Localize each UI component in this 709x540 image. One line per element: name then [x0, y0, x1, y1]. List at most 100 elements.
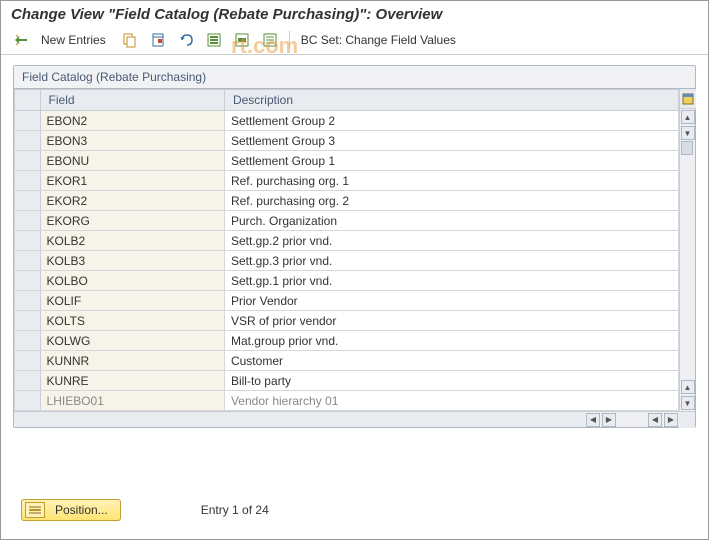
row-selector[interactable] — [15, 211, 41, 231]
cell-field[interactable]: KOLB2 — [40, 231, 224, 251]
toggle-button[interactable] — [9, 29, 33, 51]
cell-field[interactable]: KOLTS — [40, 311, 224, 331]
new-entries-button[interactable]: New Entries — [37, 33, 114, 47]
cell-description[interactable]: Settlement Group 1 — [224, 151, 678, 171]
row-selector[interactable] — [15, 331, 41, 351]
cell-description[interactable]: VSR of prior vendor — [224, 311, 678, 331]
cell-field[interactable]: KOLWG — [40, 331, 224, 351]
table-row[interactable]: KOLB3Sett.gp.3 prior vnd. — [15, 251, 679, 271]
cell-description[interactable]: Sett.gp.2 prior vnd. — [224, 231, 678, 251]
delete-icon[interactable] — [146, 29, 170, 51]
row-selector[interactable] — [15, 271, 41, 291]
position-icon — [25, 502, 45, 518]
cell-description[interactable]: Sett.gp.1 prior vnd. — [224, 271, 678, 291]
row-selector[interactable] — [15, 351, 41, 371]
undo-icon[interactable] — [174, 29, 198, 51]
row-selector[interactable] — [15, 191, 41, 211]
cell-field[interactable]: KUNRE — [40, 371, 224, 391]
scroll-thumb[interactable] — [681, 141, 693, 155]
cell-field[interactable]: EKOR1 — [40, 171, 224, 191]
cell-field[interactable]: EBON2 — [40, 111, 224, 131]
toolbar: New Entries BC Set: Change Field Values — [1, 26, 708, 55]
scroll-track[interactable] — [681, 141, 695, 379]
table-header-row: Field Description — [15, 90, 679, 111]
cell-description[interactable]: Bill-to party — [224, 371, 678, 391]
cell-description[interactable]: Prior Vendor — [224, 291, 678, 311]
table-row[interactable]: EBON2Settlement Group 2 — [15, 111, 679, 131]
scroll-corner — [679, 412, 695, 428]
table-settings-icon[interactable] — [680, 89, 696, 109]
position-label: Position... — [55, 503, 108, 517]
cell-field[interactable]: KOLBO — [40, 271, 224, 291]
table-row[interactable]: KOLWGMat.group prior vnd. — [15, 331, 679, 351]
table-row[interactable]: KOLTSVSR of prior vendor — [15, 311, 679, 331]
cell-field[interactable]: EBON3 — [40, 131, 224, 151]
row-selector[interactable] — [15, 231, 41, 251]
scroll-left-button-2[interactable]: ◀ — [648, 413, 662, 427]
field-table: Field Description EBON2Settlement Group … — [14, 89, 679, 411]
cell-field[interactable]: KOLB3 — [40, 251, 224, 271]
table-row[interactable]: EKOR2Ref. purchasing org. 2 — [15, 191, 679, 211]
cell-field[interactable]: EKORG — [40, 211, 224, 231]
cell-description[interactable]: Ref. purchasing org. 1 — [224, 171, 678, 191]
table-row[interactable]: KUNNRCustomer — [15, 351, 679, 371]
copy-icon[interactable] — [118, 29, 142, 51]
content-area: Field Catalog (Rebate Purchasing) Field … — [1, 55, 708, 428]
page-title: Change View "Field Catalog (Rebate Purch… — [1, 1, 708, 26]
table-row[interactable]: EKORGPurch. Organization — [15, 211, 679, 231]
table-row[interactable]: KOLIFPrior Vendor — [15, 291, 679, 311]
window: rt.com Change View "Field Catalog (Rebat… — [0, 0, 709, 540]
cell-field[interactable]: LHIEBO01 — [40, 391, 224, 411]
column-field[interactable]: Field — [40, 90, 224, 111]
cell-description[interactable]: Customer — [224, 351, 678, 371]
scroll-right-button[interactable]: ▶ — [602, 413, 616, 427]
separator — [289, 31, 290, 49]
scroll-right-button-2[interactable]: ▶ — [664, 413, 678, 427]
row-selector[interactable] — [15, 391, 41, 411]
deselect-all-icon[interactable] — [258, 29, 282, 51]
catalog-panel: Field Catalog (Rebate Purchasing) Field … — [13, 65, 696, 428]
scroll-left-button[interactable]: ◀ — [586, 413, 600, 427]
position-button[interactable]: Position... — [21, 499, 121, 521]
panel-header: Field Catalog (Rebate Purchasing) — [14, 66, 695, 89]
bc-set-button[interactable]: BC Set: Change Field Values — [297, 33, 464, 47]
row-selector[interactable] — [15, 171, 41, 191]
cell-field[interactable]: EKOR2 — [40, 191, 224, 211]
select-all-icon[interactable] — [202, 29, 226, 51]
table-row[interactable]: KUNREBill-to party — [15, 371, 679, 391]
hscroll-spacer — [14, 412, 585, 427]
cell-description[interactable]: Settlement Group 2 — [224, 111, 678, 131]
horizontal-scrollbar: ◀ ▶ ◀ ▶ — [14, 411, 695, 427]
entry-status: Entry 1 of 24 — [201, 503, 269, 517]
column-description[interactable]: Description — [224, 90, 678, 111]
scroll-down-button-2[interactable]: ▼ — [681, 396, 695, 410]
table-row[interactable]: KOLBOSett.gp.1 prior vnd. — [15, 271, 679, 291]
row-selector[interactable] — [15, 151, 41, 171]
table-row[interactable]: LHIEBO01Vendor hierarchy 01 — [15, 391, 679, 411]
cell-description[interactable]: Settlement Group 3 — [224, 131, 678, 151]
vertical-scrollbar: ▲ ▼ ▲ ▼ — [679, 89, 695, 411]
row-select-header[interactable] — [15, 90, 41, 111]
cell-description[interactable]: Ref. purchasing org. 2 — [224, 191, 678, 211]
cell-description[interactable]: Sett.gp.3 prior vnd. — [224, 251, 678, 271]
table-row[interactable]: EBON3Settlement Group 3 — [15, 131, 679, 151]
row-selector[interactable] — [15, 251, 41, 271]
cell-field[interactable]: KOLIF — [40, 291, 224, 311]
row-selector[interactable] — [15, 371, 41, 391]
cell-field[interactable]: EBONU — [40, 151, 224, 171]
scroll-up-button[interactable]: ▲ — [681, 110, 695, 124]
select-block-icon[interactable] — [230, 29, 254, 51]
cell-description[interactable]: Mat.group prior vnd. — [224, 331, 678, 351]
table-row[interactable]: EKOR1Ref. purchasing org. 1 — [15, 171, 679, 191]
row-selector[interactable] — [15, 311, 41, 331]
cell-description[interactable]: Vendor hierarchy 01 — [224, 391, 678, 411]
row-selector[interactable] — [15, 291, 41, 311]
scroll-up-button-2[interactable]: ▲ — [681, 380, 695, 394]
row-selector[interactable] — [15, 111, 41, 131]
cell-field[interactable]: KUNNR — [40, 351, 224, 371]
scroll-down-button[interactable]: ▼ — [681, 126, 695, 140]
row-selector[interactable] — [15, 131, 41, 151]
table-row[interactable]: EBONUSettlement Group 1 — [15, 151, 679, 171]
cell-description[interactable]: Purch. Organization — [224, 211, 678, 231]
table-row[interactable]: KOLB2Sett.gp.2 prior vnd. — [15, 231, 679, 251]
